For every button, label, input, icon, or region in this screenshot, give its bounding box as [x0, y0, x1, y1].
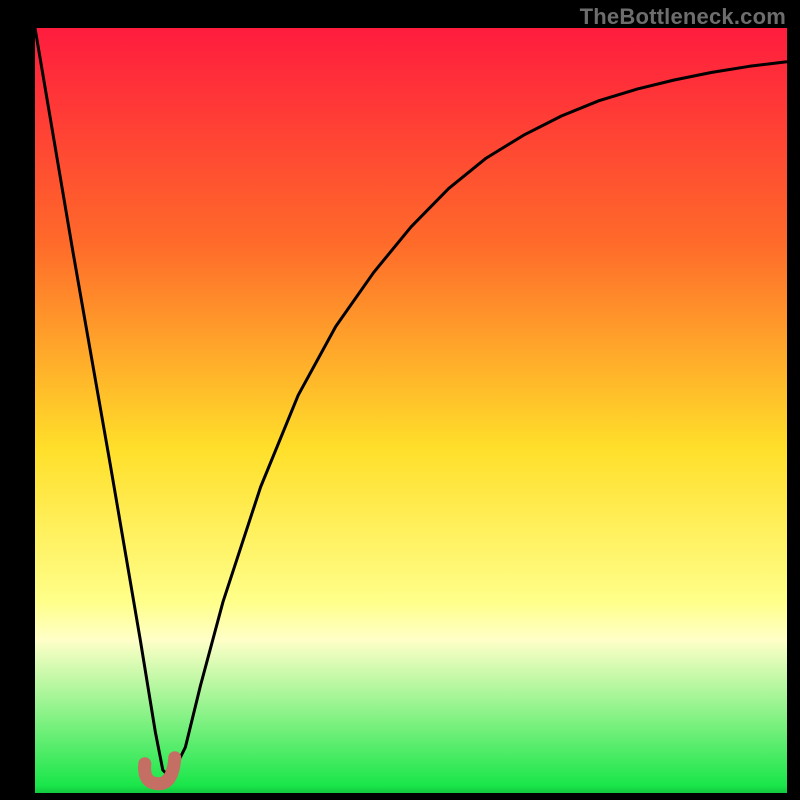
- chart-container: TheBottleneck.com: [0, 0, 800, 800]
- watermark-text: TheBottleneck.com: [580, 4, 786, 30]
- chart-svg: [35, 28, 787, 793]
- chart-plot-area: [35, 28, 787, 793]
